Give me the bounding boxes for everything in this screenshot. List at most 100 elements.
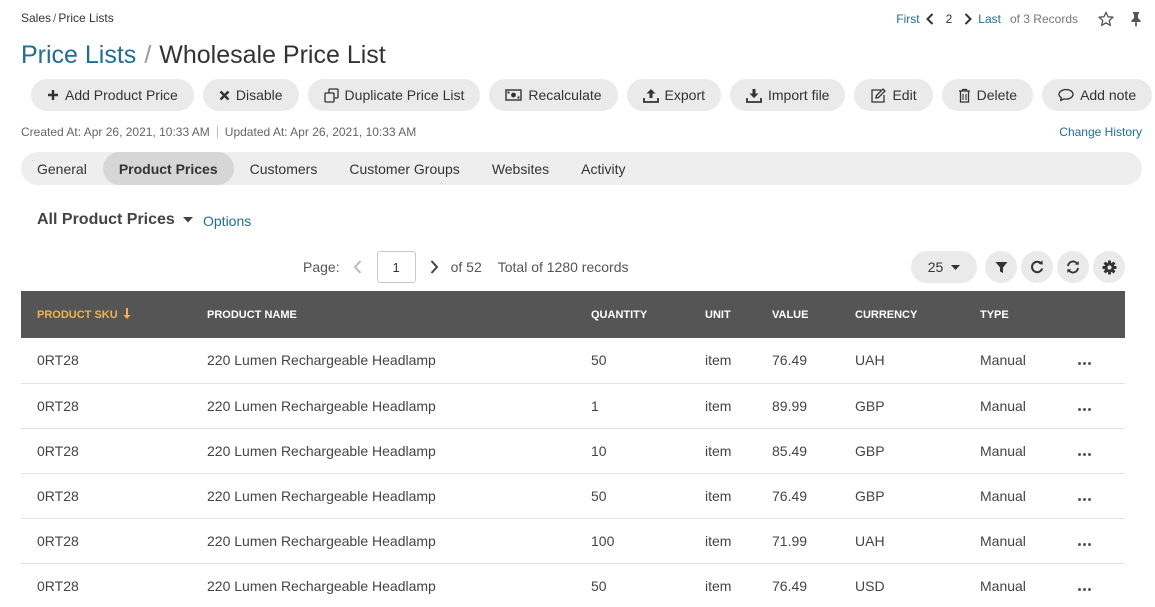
sort-descending-icon: [123, 308, 131, 319]
column-header-value[interactable]: Value: [772, 291, 855, 338]
table-row[interactable]: 0RT28 220 Lumen Rechargeable Headlamp 10…: [21, 518, 1125, 563]
page-count: of 52: [450, 259, 482, 275]
refresh-icon: [1067, 260, 1079, 274]
cell-quantity: 1: [591, 397, 599, 414]
cell-unit: item: [705, 577, 732, 594]
previous-page-icon[interactable]: [350, 260, 366, 274]
ellipsis-icon: [1078, 452, 1091, 456]
row-actions-menu[interactable]: [1078, 563, 1125, 607]
cell-value: 71.99: [772, 532, 808, 549]
delete-button[interactable]: Delete: [941, 79, 1034, 111]
ellipsis-icon: [1078, 407, 1091, 411]
previous-record-icon[interactable]: [923, 13, 937, 25]
export-label: Export: [664, 87, 705, 103]
change-history-link[interactable]: Change History: [1059, 125, 1142, 139]
row-actions-menu[interactable]: [1078, 338, 1125, 383]
import-file-button[interactable]: Import file: [730, 79, 846, 111]
cell-quantity: 50: [591, 577, 607, 594]
column-header-type[interactable]: Type: [980, 291, 1078, 338]
cell-currency: GBP: [855, 397, 885, 414]
ellipsis-icon: [1078, 497, 1091, 501]
add-product-price-button[interactable]: Add Product Price: [31, 79, 194, 111]
record-meta: Created At: Apr 26, 2021, 10:33 AM Update…: [21, 125, 416, 139]
row-actions-menu[interactable]: [1078, 383, 1125, 428]
cell-unit: item: [705, 532, 732, 549]
cell-sku: 0RT28: [37, 352, 79, 369]
grid-pager: Page: of 52 Total of 1280 records: [303, 251, 628, 283]
breadcrumb-price-lists[interactable]: Price Lists: [58, 11, 113, 25]
table-row[interactable]: 0RT28 220 Lumen Rechargeable Headlamp 50…: [21, 563, 1125, 607]
cell-sku: 0RT28: [37, 397, 79, 414]
page-size-select[interactable]: 25: [911, 251, 977, 283]
title-entity-link[interactable]: Price Lists: [21, 41, 136, 69]
tab-customers[interactable]: Customers: [234, 152, 334, 185]
tab-product-prices[interactable]: Product Prices: [102, 152, 234, 185]
next-page-icon[interactable]: [427, 260, 443, 274]
comment-icon: [1058, 88, 1074, 102]
reset-button[interactable]: [1021, 251, 1053, 283]
cell-currency: GBP: [855, 487, 885, 504]
tab-customer-groups[interactable]: Customer Groups: [333, 152, 475, 185]
cell-type: Manual: [980, 352, 1026, 369]
ellipsis-icon: [1078, 362, 1091, 366]
cell-product-name: 220 Lumen Rechargeable Headlamp: [207, 487, 436, 504]
column-header-currency[interactable]: Currency: [855, 291, 980, 338]
upload-icon: [642, 88, 659, 103]
filter-button[interactable]: [985, 251, 1017, 283]
grid-options-link[interactable]: Options: [203, 213, 251, 229]
cell-product-name: 220 Lumen Rechargeable Headlamp: [207, 577, 436, 594]
page-number-input[interactable]: [376, 251, 416, 283]
download-icon: [746, 88, 762, 103]
edit-icon: [871, 87, 887, 103]
tab-websites[interactable]: Websites: [476, 152, 565, 185]
add-note-button[interactable]: Add note: [1042, 79, 1153, 111]
tab-activity[interactable]: Activity: [565, 152, 641, 185]
created-at: Created At: Apr 26, 2021, 10:33 AM: [21, 125, 210, 139]
last-record-link[interactable]: Last: [978, 12, 1001, 26]
tab-general[interactable]: General: [21, 152, 103, 185]
money-icon: [505, 89, 523, 101]
grid-title: All Product Prices: [37, 211, 175, 228]
breadcrumb-sales[interactable]: Sales: [21, 11, 51, 25]
export-button[interactable]: Export: [626, 79, 721, 111]
pin-icon[interactable]: [1130, 11, 1142, 27]
updated-at: Updated At: Apr 26, 2021, 10:33 AM: [224, 125, 417, 139]
duplicate-price-list-button[interactable]: Duplicate Price List: [307, 79, 481, 111]
column-header-unit[interactable]: Unit: [705, 291, 772, 338]
column-header-product-sku[interactable]: Product SKU: [21, 291, 207, 338]
grid-settings-button[interactable]: [1093, 251, 1125, 283]
cell-unit: item: [705, 442, 732, 459]
ellipsis-icon: [1078, 587, 1091, 591]
page-size-value: 25: [927, 259, 944, 275]
disable-button[interactable]: Disable: [202, 79, 299, 111]
next-record-icon[interactable]: [961, 13, 975, 25]
refresh-button[interactable]: [1057, 251, 1089, 283]
cell-value: 76.49: [772, 352, 808, 369]
cell-sku: 0RT28: [37, 577, 79, 594]
table-row[interactable]: 0RT28 220 Lumen Rechargeable Headlamp 50…: [21, 473, 1125, 518]
meta-divider: [216, 126, 218, 138]
cell-unit: item: [705, 487, 732, 504]
table-row[interactable]: 0RT28 220 Lumen Rechargeable Headlamp 1 …: [21, 383, 1125, 428]
edit-button[interactable]: Edit: [854, 79, 933, 111]
cell-unit: item: [705, 352, 732, 369]
star-icon[interactable]: [1098, 11, 1114, 27]
product-prices-grid: Product SKU Product Name Quantity Unit V…: [21, 291, 1125, 607]
column-header-quantity[interactable]: Quantity: [591, 291, 705, 338]
column-header-actions: [1078, 291, 1125, 338]
cell-product-name: 220 Lumen Rechargeable Headlamp: [207, 352, 436, 369]
record-navigation: First 2 Last of 3 Records: [896, 10, 1142, 28]
edit-label: Edit: [892, 87, 917, 103]
cell-value: 76.49: [772, 487, 808, 504]
top-bar: Sales / Price Lists First 2 Last of 3 Reco…: [21, 10, 1142, 28]
add-product-price-label: Add Product Price: [65, 87, 178, 103]
column-header-product-name[interactable]: Product Name: [207, 291, 591, 338]
table-row[interactable]: 0RT28 220 Lumen Rechargeable Headlamp 50…: [21, 338, 1125, 383]
table-row[interactable]: 0RT28 220 Lumen Rechargeable Headlamp 10…: [21, 428, 1125, 473]
grid-views-dropdown[interactable]: All Product Prices: [37, 211, 193, 229]
recalculate-button[interactable]: Recalculate: [489, 79, 618, 111]
first-record-link[interactable]: First: [896, 12, 919, 26]
row-actions-menu[interactable]: [1078, 428, 1125, 473]
row-actions-menu[interactable]: [1078, 473, 1125, 518]
row-actions-menu[interactable]: [1078, 518, 1125, 563]
